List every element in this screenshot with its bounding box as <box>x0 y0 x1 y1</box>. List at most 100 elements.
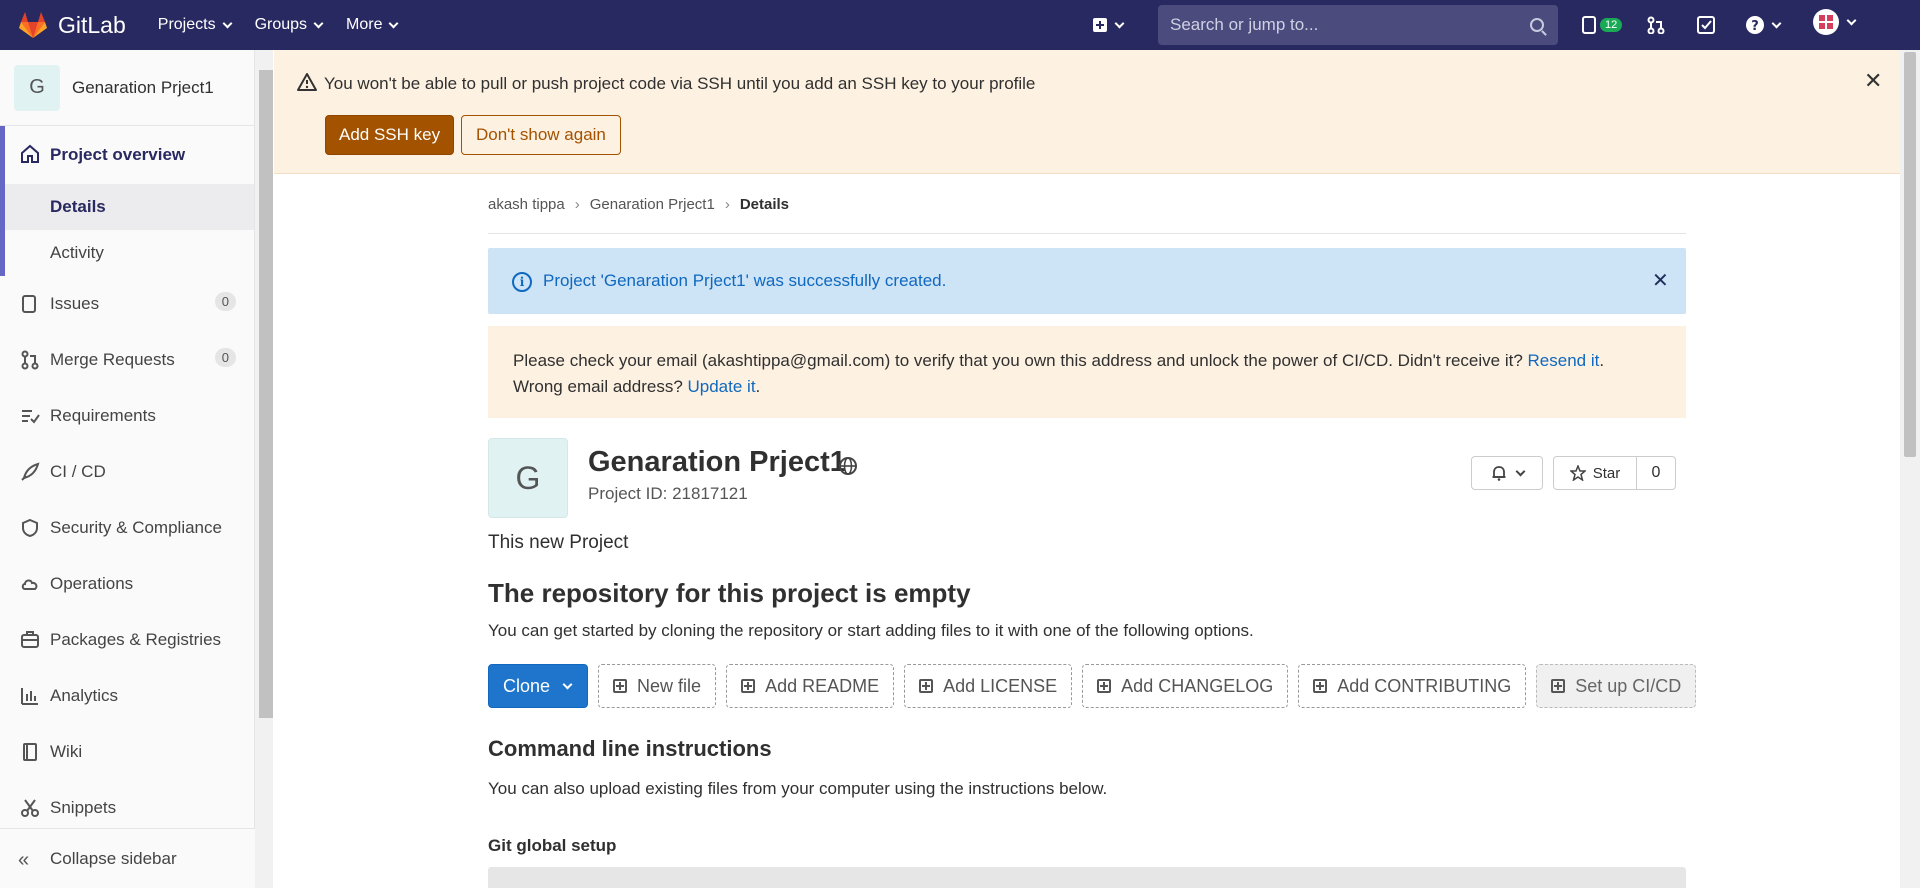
collapse-sidebar-label: Collapse sidebar <box>50 848 177 868</box>
sidebar-item-label: Requirements <box>50 406 156 425</box>
new-file-button[interactable]: New file <box>598 664 717 708</box>
sidebar-item-project-overview[interactable]: Project overview <box>0 126 254 184</box>
issues-nav-button[interactable]: 12 <box>1582 14 1623 36</box>
groups-menu[interactable]: Groups <box>243 0 334 50</box>
sidebar-subitem-activity[interactable]: Activity <box>0 230 254 276</box>
chevron-down-icon <box>1515 466 1525 476</box>
setup-cicd-button[interactable]: Set up CI/CD <box>1536 664 1697 708</box>
issues-icon <box>22 295 36 313</box>
collapse-sidebar-button[interactable]: « Collapse sidebar <box>0 828 255 888</box>
project-created-text: Project 'Genaration Prject1' was success… <box>543 271 947 290</box>
close-icon[interactable]: ✕ <box>1864 68 1882 94</box>
close-icon[interactable]: ✕ <box>1652 268 1669 293</box>
sidebar-item-label: Security & Compliance <box>50 518 222 537</box>
breadcrumb: akash tippa › Genaration Prject1 › Detai… <box>488 196 789 213</box>
add-license-label: Add LICENSE <box>943 675 1058 696</box>
breadcrumb-user[interactable]: akash tippa <box>488 196 565 213</box>
project-avatar-large: G <box>488 438 568 518</box>
chevron-down-icon <box>1771 18 1782 28</box>
book-icon <box>23 743 37 761</box>
project-description: This new Project <box>488 532 629 553</box>
issues-icon <box>1582 16 1596 34</box>
gitlab-logo[interactable]: GitLab <box>18 11 126 39</box>
chevron-right-icon: › <box>574 196 580 213</box>
search-input[interactable]: Search or jump to... <box>1158 5 1558 45</box>
update-email-link[interactable]: Update it <box>688 377 756 396</box>
sidebar-item-requirements[interactable]: Requirements <box>0 388 254 444</box>
merge-request-icon <box>21 350 39 370</box>
scissors-icon <box>21 799 39 817</box>
sidebar-item-cicd[interactable]: CI / CD <box>0 444 254 500</box>
chevron-down-icon <box>222 18 233 28</box>
brand-name: GitLab <box>58 11 126 38</box>
add-contributing-label: Add CONTRIBUTING <box>1337 675 1512 696</box>
sidebar-item-label: CI / CD <box>50 462 106 481</box>
more-menu[interactable]: More <box>334 0 409 50</box>
search-placeholder: Search or jump to... <box>1170 15 1319 34</box>
package-icon <box>21 631 39 648</box>
requirements-icon <box>22 410 40 424</box>
sidebar-subitem-details[interactable]: Details <box>0 184 254 230</box>
sidebar-project-name: Genaration Prject1 <box>72 77 214 97</box>
sidebar-item-wiki[interactable]: Wiki <box>0 724 254 780</box>
merge-requests-nav-button[interactable] <box>1647 14 1665 36</box>
new-file-label: New file <box>637 675 702 696</box>
plus-square-icon <box>1313 679 1328 693</box>
breadcrumb-project[interactable]: Genaration Prject1 <box>590 196 715 213</box>
sidebar-item-issues[interactable]: Issues 0 <box>0 276 254 332</box>
chevron-right-icon: › <box>724 196 730 213</box>
plus-square-icon <box>1551 679 1566 693</box>
rocket-icon <box>21 462 40 481</box>
plus-square-icon <box>1097 679 1112 693</box>
issues-count-badge: 0 <box>214 292 236 311</box>
project-id: Project ID: 21817121 <box>588 484 748 503</box>
help-dropdown-button[interactable]: ? <box>1745 14 1782 36</box>
verify-email-text: Please check your email (akashtippa@gmai… <box>513 351 1605 396</box>
more-menu-label: More <box>346 16 383 33</box>
double-chevron-left-icon: « <box>18 849 30 871</box>
cli-subtext: You can also upload existing files from … <box>488 779 1108 798</box>
add-license-button[interactable]: Add LICENSE <box>904 664 1073 708</box>
chart-icon <box>21 688 38 705</box>
sidebar-item-merge-requests[interactable]: Merge Requests 0 <box>0 332 254 388</box>
resend-link[interactable]: Resend it <box>1528 351 1600 370</box>
new-dropdown-button[interactable] <box>1092 14 1125 36</box>
wrong-email-message: Wrong email address? <box>513 377 688 396</box>
add-changelog-label: Add CHANGELOG <box>1121 675 1274 696</box>
user-menu-button[interactable] <box>1812 9 1857 35</box>
add-ssh-key-button[interactable]: Add SSH key <box>325 115 455 155</box>
sidebar-item-label: Wiki <box>50 742 83 761</box>
todos-nav-button[interactable] <box>1697 14 1715 36</box>
page-scrollbar-thumb[interactable] <box>1904 52 1916 457</box>
chevron-down-icon <box>313 18 324 28</box>
projects-menu[interactable]: Projects <box>146 0 243 50</box>
sidebar-item-analytics[interactable]: Analytics <box>0 668 254 724</box>
globe-icon <box>839 457 857 475</box>
sidebar-item-packages[interactable]: Packages & Registries <box>0 612 254 668</box>
sidebar-project-header[interactable]: G Genaration Prject1 <box>0 50 254 126</box>
shield-icon <box>22 518 38 538</box>
sidebar-item-label: Snippets <box>50 798 117 817</box>
sidebar-item-operations[interactable]: Operations <box>0 556 254 612</box>
breadcrumb-current[interactable]: Details <box>740 196 789 213</box>
cloud-gear-icon <box>21 579 38 590</box>
sidebar-item-security[interactable]: Security & Compliance <box>0 500 254 556</box>
ssh-alert-text: You won't be able to pull or push projec… <box>324 74 1036 93</box>
sidebar-scrollbar-thumb[interactable] <box>259 70 273 718</box>
sidebar-item-label: Packages & Registries <box>50 630 222 649</box>
setup-cicd-label: Set up CI/CD <box>1575 675 1682 696</box>
add-contributing-button[interactable]: Add CONTRIBUTING <box>1298 664 1527 708</box>
todo-icon <box>1697 16 1715 34</box>
notification-dropdown-button[interactable] <box>1471 456 1543 490</box>
star-button[interactable]: Star <box>1553 456 1637 490</box>
add-readme-button[interactable]: Add README <box>726 664 895 708</box>
git-global-setup-heading: Git global setup <box>488 836 617 855</box>
dont-show-again-button[interactable]: Don't show again <box>461 115 621 155</box>
sidebar-item-label: Issues <box>50 294 100 313</box>
star-count[interactable]: 0 <box>1636 456 1676 490</box>
clone-button[interactable]: Clone <box>488 664 589 708</box>
svg-text:?: ? <box>1751 19 1759 34</box>
add-changelog-button[interactable]: Add CHANGELOG <box>1082 664 1289 708</box>
chevron-down-icon <box>562 679 573 689</box>
sidebar-item-label: Analytics <box>50 686 119 705</box>
